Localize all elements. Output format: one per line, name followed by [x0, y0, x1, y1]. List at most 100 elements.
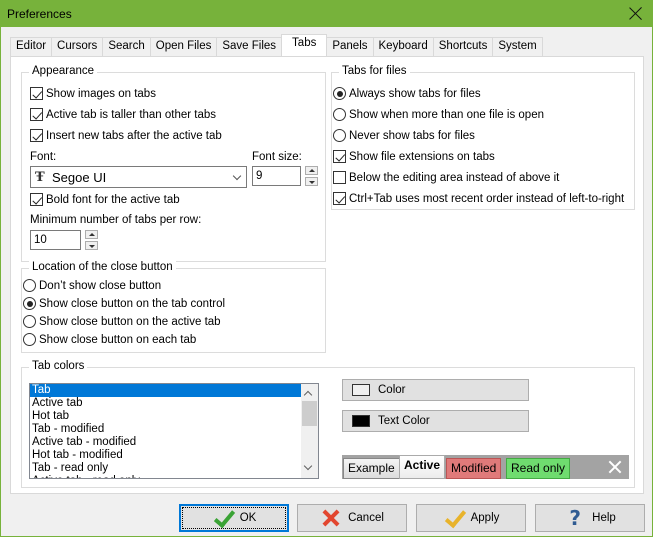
radio-label: Don’t show close button — [39, 279, 162, 292]
text-color-button[interactable]: Text Color — [342, 410, 529, 432]
radio-circle — [333, 108, 346, 121]
scroll-up-icon[interactable] — [303, 390, 313, 400]
tab-preview-strip: Example Active Modified Read only — [342, 455, 629, 479]
apply-button[interactable]: Apply — [416, 504, 526, 532]
close-icon[interactable] — [628, 5, 644, 21]
ok-button[interactable]: OK — [179, 504, 289, 532]
list-item[interactable]: Tab - read only — [30, 462, 318, 475]
tab-search[interactable]: Search — [102, 37, 150, 56]
tab-colors-list[interactable]: Tab Active tab Hot tab Tab - modified Ac… — [29, 383, 319, 479]
radio-circle — [23, 315, 36, 328]
checkmark-icon — [443, 508, 465, 528]
tab-shortcuts[interactable]: Shortcuts — [432, 37, 493, 56]
tab-tabs[interactable]: Tabs — [281, 34, 328, 56]
list-scrollbar[interactable] — [301, 384, 318, 478]
bold-active-checkbox[interactable]: Bold font for the active tab — [30, 193, 180, 206]
text-color-button-label: Text Color — [378, 415, 430, 427]
never-show-radio[interactable]: Never show tabs for files — [333, 129, 475, 142]
list-item[interactable]: Active tab — [30, 397, 318, 410]
close-on-active-tab-radio[interactable]: Show close button on the active tab — [23, 315, 221, 328]
radio-circle — [23, 279, 36, 292]
radio-label: Show close button on each tab — [39, 333, 197, 346]
appearance-title: Appearance — [29, 65, 98, 77]
checkbox-box — [333, 171, 346, 184]
list-item[interactable]: Tab — [30, 384, 301, 397]
no-close-button-radio[interactable]: Don’t show close button — [23, 279, 161, 292]
list-item[interactable]: Active tab - read only — [30, 475, 318, 478]
more-than-one-radio[interactable]: Show when more than one file is open — [333, 108, 544, 121]
font-combobox[interactable]: Ŧ Segoe UI — [30, 166, 247, 188]
tab-save-files[interactable]: Save Files — [216, 37, 282, 56]
checkbox-box — [30, 108, 43, 121]
radio-label: Show close button on the active tab — [39, 315, 221, 328]
spin-down-icon[interactable] — [85, 241, 98, 250]
font-label: Font: — [30, 151, 57, 163]
list-item[interactable]: Hot tab — [30, 410, 318, 423]
tab-strip: Editor Cursors Search Open Files Save Fi… — [10, 34, 543, 56]
font-size-input[interactable]: 9 — [252, 166, 301, 186]
checkbox-label: Insert new tabs after the active tab — [46, 129, 222, 142]
tab-editor[interactable]: Editor — [10, 37, 52, 56]
checkbox-box — [30, 129, 43, 142]
close-button-title: Location of the close button — [29, 261, 176, 273]
cancel-button[interactable]: Cancel — [297, 504, 407, 532]
show-images-checkbox[interactable]: Show images on tabs — [30, 87, 156, 100]
font-value: Segoe UI — [52, 170, 107, 185]
spin-up-icon[interactable] — [305, 166, 318, 175]
radio-label: Show close button on the tab control — [39, 297, 226, 310]
list-item[interactable]: Hot tab - modified — [30, 449, 318, 462]
tab-open-files[interactable]: Open Files — [149, 37, 217, 56]
tab-system[interactable]: System — [492, 37, 543, 56]
radio-circle — [23, 333, 36, 346]
font-size-spinner[interactable] — [305, 166, 318, 186]
list-item[interactable]: Active tab - modified — [30, 436, 318, 449]
radio-circle — [23, 297, 36, 310]
ctrl-tab-checkbox[interactable]: Ctrl+Tab uses most recent order instead … — [333, 192, 624, 205]
close-button-group: Location of the close button Don’t show … — [21, 261, 326, 353]
insert-after-checkbox[interactable]: Insert new tabs after the active tab — [30, 129, 222, 142]
appearance-group: Appearance Show images on tabs Active ta… — [21, 65, 326, 262]
always-show-radio[interactable]: Always show tabs for files — [333, 87, 481, 100]
tab-panels[interactable]: Panels — [327, 37, 373, 56]
close-on-each-tab-radio[interactable]: Show close button on each tab — [23, 333, 196, 346]
below-editing-checkbox[interactable]: Below the editing area instead of above … — [333, 171, 559, 184]
tab-keyboard[interactable]: Keyboard — [372, 37, 433, 56]
color-button-label: Color — [378, 384, 406, 396]
scroll-thumb[interactable] — [302, 401, 317, 426]
color-button[interactable]: Color — [342, 379, 529, 401]
min-tabs-spinner[interactable] — [85, 230, 98, 250]
min-tabs-input[interactable]: 10 — [30, 230, 81, 250]
preferences-window: Preferences Editor Cursors Search Open F… — [0, 0, 653, 537]
tab-colors-group: Tab colors Tab Active tab Hot tab Tab - … — [21, 360, 635, 488]
radio-label: Always show tabs for files — [349, 87, 481, 100]
checkmark-icon — [212, 508, 234, 528]
help-button[interactable]: ? Help — [535, 504, 645, 532]
text-color-swatch — [352, 415, 370, 427]
truetype-font-icon: Ŧ — [35, 170, 45, 185]
title-bar: Preferences — [1, 1, 652, 27]
tab-cursors[interactable]: Cursors — [51, 37, 103, 56]
tabs-for-files-title: Tabs for files — [339, 65, 410, 77]
list-item[interactable]: Tab - modified — [30, 423, 318, 436]
apply-label: Apply — [470, 512, 500, 524]
checkbox-box — [30, 193, 43, 206]
checkbox-box — [333, 150, 346, 163]
preview-tab-example: Example — [343, 458, 400, 479]
radio-label: Show when more than one file is open — [349, 108, 544, 121]
active-taller-checkbox[interactable]: Active tab is taller than other tabs — [30, 108, 216, 121]
checkbox-box — [333, 192, 346, 205]
preview-tab-modified: Modified — [446, 458, 502, 479]
font-size-label: Font size: — [252, 151, 302, 163]
checkbox-label: Below the editing area instead of above … — [349, 171, 560, 184]
preview-tab-active: Active — [399, 455, 446, 479]
checkbox-label: Show images on tabs — [46, 87, 156, 100]
scroll-down-icon[interactable] — [303, 461, 313, 471]
checkbox-label: Bold font for the active tab — [46, 193, 180, 206]
question-icon: ? — [569, 506, 581, 530]
show-extensions-checkbox[interactable]: Show file extensions on tabs — [333, 150, 495, 163]
close-on-tab-control-radio[interactable]: Show close button on the tab control — [23, 297, 225, 310]
window-title: Preferences — [7, 7, 72, 21]
spin-down-icon[interactable] — [305, 177, 318, 186]
spin-up-icon[interactable] — [85, 230, 98, 239]
checkbox-label: Ctrl+Tab uses most recent order instead … — [349, 192, 625, 205]
